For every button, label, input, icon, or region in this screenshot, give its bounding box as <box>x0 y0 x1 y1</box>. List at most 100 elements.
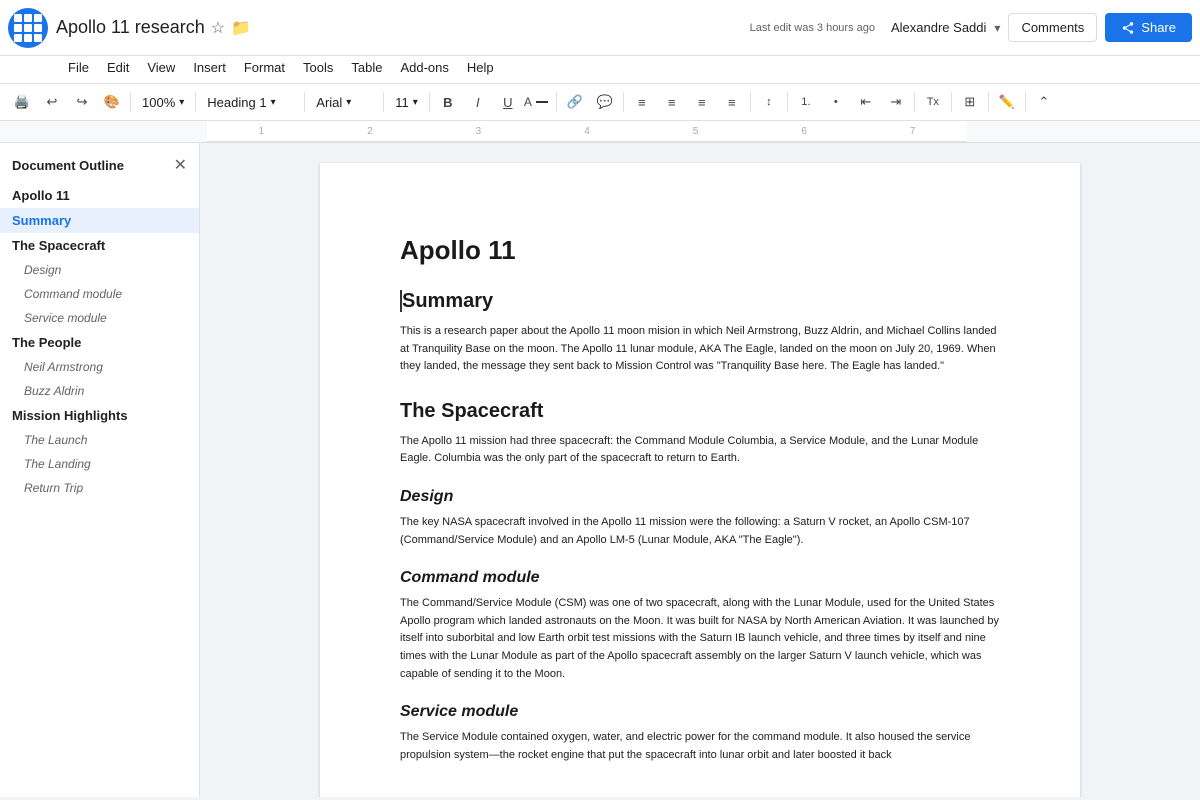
redo-button[interactable]: ↪ <box>68 88 96 116</box>
document-area[interactable]: Apollo 11 Summary This is a research pap… <box>200 143 1200 797</box>
menu-help[interactable]: Help <box>459 56 502 79</box>
bullet-list-button[interactable]: • <box>822 88 850 116</box>
ruler-inner: 1 2 3 4 5 6 7 <box>207 121 967 142</box>
document-title[interactable]: Apollo 11 research <box>56 17 205 38</box>
pencil-button[interactable]: ✏️ <box>993 88 1021 116</box>
ruler-mark-6: 6 <box>801 126 807 137</box>
separator-2 <box>195 92 196 112</box>
outline-item-summary[interactable]: Summary <box>0 208 199 233</box>
share-label: Share <box>1141 20 1176 35</box>
document-title-area: Apollo 11 research ☆ 📁 <box>56 17 750 38</box>
menu-view[interactable]: View <box>139 56 183 79</box>
doc-para-spacecraft-0: The Apollo 11 mission had three spacecra… <box>400 433 1000 468</box>
text-color-button[interactable]: A <box>524 88 552 116</box>
ruler-mark-5: 5 <box>693 126 699 137</box>
bold-button[interactable]: B <box>434 88 462 116</box>
document-page: Apollo 11 Summary This is a research pap… <box>320 163 1080 797</box>
doc-heading-spacecraft: The Spacecraft <box>400 400 1000 423</box>
size-chevron: ▾ <box>413 97 418 108</box>
outline-item-apollo11[interactable]: Apollo 11 <box>0 183 199 208</box>
separator-3 <box>304 92 305 112</box>
align-justify-button[interactable]: ≡ <box>718 88 746 116</box>
google-apps-button[interactable] <box>8 8 48 48</box>
collapse-toolbar-button[interactable]: ⌃ <box>1030 88 1058 116</box>
undo-button[interactable]: ↩ <box>38 88 66 116</box>
line-spacing-button[interactable]: ↕ <box>755 88 783 116</box>
outline-item-people[interactable]: The People <box>0 330 199 355</box>
separator-4 <box>383 92 384 112</box>
menu-insert[interactable]: Insert <box>185 56 234 79</box>
align-left-button[interactable]: ≡ <box>628 88 656 116</box>
user-name: Alexandre Saddi <box>891 20 986 35</box>
outline-item-landing[interactable]: The Landing <box>0 452 199 476</box>
sidebar-close-button[interactable]: ✕ <box>174 155 187 175</box>
outline-item-buzz-aldrin[interactable]: Buzz Aldrin <box>0 379 199 403</box>
ruler: 1 2 3 4 5 6 7 <box>0 121 1200 143</box>
paint-format-button[interactable]: 🎨 <box>98 88 126 116</box>
separator-9 <box>787 92 788 112</box>
style-select[interactable]: Heading 1 ▾ <box>200 91 300 114</box>
menu-tools[interactable]: Tools <box>295 56 341 79</box>
menu-edit[interactable]: Edit <box>99 56 137 79</box>
font-select[interactable]: Arial ▾ <box>309 91 379 114</box>
separator-5 <box>429 92 430 112</box>
separator-11 <box>951 92 952 112</box>
share-icon <box>1121 21 1135 35</box>
separator-1 <box>130 92 131 112</box>
underline-button[interactable]: U <box>494 88 522 116</box>
outline-item-launch[interactable]: The Launch <box>0 428 199 452</box>
menu-table[interactable]: Table <box>343 56 390 79</box>
font-chevron: ▾ <box>346 97 351 108</box>
decrease-indent-button[interactable]: ⇤ <box>852 88 880 116</box>
align-center-button[interactable]: ≡ <box>658 88 686 116</box>
menu-file[interactable]: File <box>60 56 97 79</box>
print-button[interactable]: 🖨️ <box>8 88 36 116</box>
menu-bar: File Edit View Insert Format Tools Table… <box>0 56 1200 84</box>
main-area: Document Outline ✕ Apollo 11 Summary The… <box>0 143 1200 797</box>
numbered-list-button[interactable]: 1. <box>792 88 820 116</box>
separator-10 <box>914 92 915 112</box>
right-actions: Alexandre Saddi ▾ Comments Share <box>891 13 1192 42</box>
sidebar-header: Document Outline ✕ <box>0 143 199 183</box>
doc-heading-command-module: Command module <box>400 569 1000 587</box>
style-chevron: ▾ <box>271 97 276 108</box>
zoom-chevron: ▾ <box>179 97 184 108</box>
size-select[interactable]: 11 ▾ <box>388 91 425 114</box>
doc-para-service-0: The Service Module contained oxygen, wat… <box>400 729 1000 764</box>
menu-addons[interactable]: Add-ons <box>392 56 456 79</box>
ruler-mark-7: 7 <box>910 126 916 137</box>
doc-para-summary-0: This is a research paper about the Apoll… <box>400 323 1000 376</box>
italic-button[interactable]: I <box>464 88 492 116</box>
last-edit-text: Last edit was 3 hours ago <box>750 22 891 34</box>
doc-main-title: Apollo 11 <box>400 235 1000 266</box>
menu-format[interactable]: Format <box>236 56 293 79</box>
link-button[interactable]: 🔗 <box>561 88 589 116</box>
star-icon[interactable]: ☆ <box>211 18 225 38</box>
ruler-mark-3: 3 <box>476 126 482 137</box>
outline-item-service-module[interactable]: Service module <box>0 306 199 330</box>
separator-8 <box>750 92 751 112</box>
zoom-select[interactable]: 100% ▾ <box>135 91 191 114</box>
ruler-mark-2: 2 <box>367 126 373 137</box>
increase-indent-button[interactable]: ⇥ <box>882 88 910 116</box>
outline-item-spacecraft[interactable]: The Spacecraft <box>0 233 199 258</box>
outline-item-design[interactable]: Design <box>0 258 199 282</box>
comments-button[interactable]: Comments <box>1008 13 1097 42</box>
outline-item-return-trip[interactable]: Return Trip <box>0 476 199 500</box>
separator-6 <box>556 92 557 112</box>
comment-button[interactable]: 💬 <box>591 88 619 116</box>
align-right-button[interactable]: ≡ <box>688 88 716 116</box>
clear-formatting-button[interactable]: Tx <box>919 88 947 116</box>
ruler-mark-4: 4 <box>584 126 590 137</box>
outline-item-neil-armstrong[interactable]: Neil Armstrong <box>0 355 199 379</box>
top-bar: Apollo 11 research ☆ 📁 Last edit was 3 h… <box>0 0 1200 56</box>
user-dropdown-icon[interactable]: ▾ <box>994 21 1000 35</box>
outline-item-command-module[interactable]: Command module <box>0 282 199 306</box>
share-button[interactable]: Share <box>1105 13 1192 42</box>
doc-para-design-0: The key NASA spacecraft involved in the … <box>400 514 1000 549</box>
folder-icon[interactable]: 📁 <box>231 18 251 38</box>
outline-item-mission-highlights[interactable]: Mission Highlights <box>0 403 199 428</box>
insert-options-button[interactable]: ⊞ <box>956 88 984 116</box>
sidebar-title: Document Outline <box>12 158 124 173</box>
separator-12 <box>988 92 989 112</box>
